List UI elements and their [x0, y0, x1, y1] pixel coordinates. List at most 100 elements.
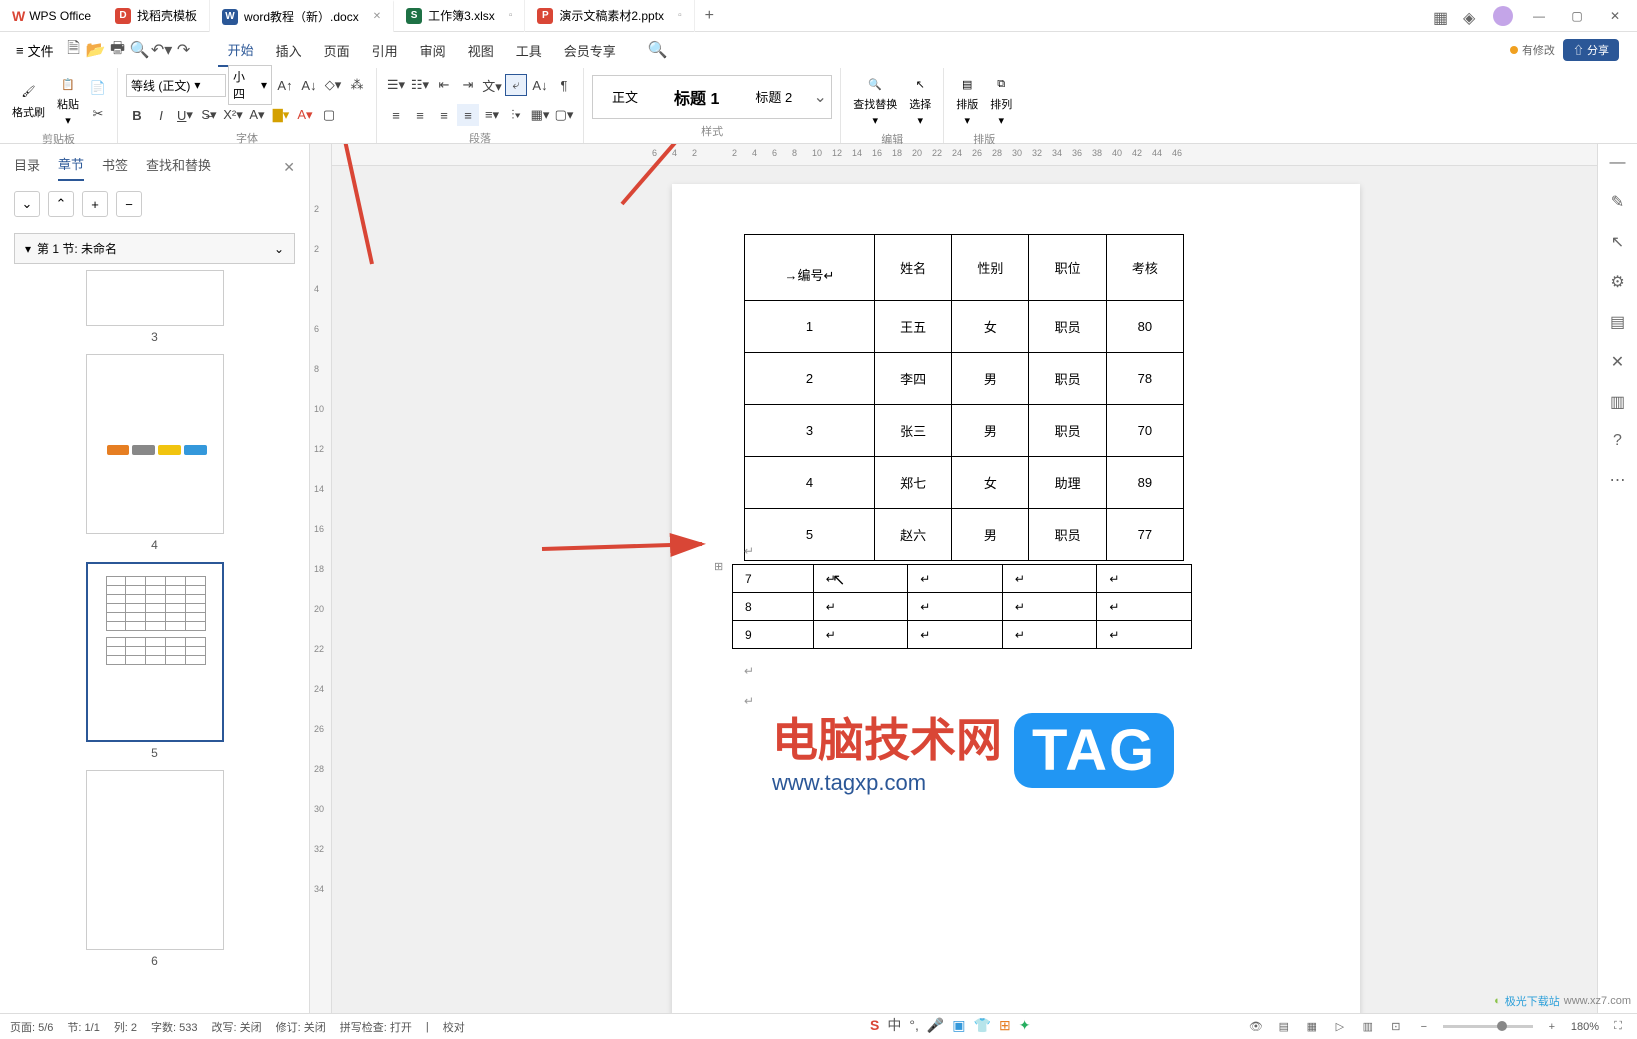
- spellcheck-status[interactable]: 拼写检查: 打开: [340, 1019, 412, 1035]
- add-section-icon[interactable]: +: [82, 191, 108, 217]
- redo-icon[interactable]: ↷: [174, 40, 194, 60]
- text-effect-button[interactable]: A▾: [246, 104, 268, 126]
- clear-format-icon[interactable]: ◇▾: [322, 74, 344, 96]
- highlight-button[interactable]: ▇▾: [270, 104, 292, 126]
- font-color-button[interactable]: A▾: [294, 104, 316, 126]
- ime-punct-icon[interactable]: °,: [909, 1017, 919, 1033]
- tab-member[interactable]: 会员专享: [554, 35, 626, 66]
- table-handle-icon[interactable]: ⊞: [714, 560, 723, 573]
- table-cell[interactable]: 考核: [1106, 235, 1183, 301]
- tools-icon[interactable]: ✕: [1611, 352, 1624, 372]
- fullscreen-icon[interactable]: ⛶: [1609, 1018, 1627, 1036]
- distribute-icon[interactable]: ≡▾: [481, 104, 503, 126]
- copy-icon[interactable]: 📄: [87, 77, 109, 99]
- puzzle-icon[interactable]: ✦: [1019, 1017, 1031, 1034]
- cube-icon[interactable]: ◈: [1463, 8, 1479, 24]
- open-icon[interactable]: 📂: [86, 40, 106, 60]
- underline-button[interactable]: U▾: [174, 104, 196, 126]
- avatar[interactable]: [1493, 6, 1513, 26]
- table-cell[interactable]: 姓名: [874, 235, 951, 301]
- new-icon[interactable]: 🗎: [64, 40, 84, 60]
- number-list-icon[interactable]: ☷▾: [409, 74, 431, 96]
- font-name-select[interactable]: 等线 (正文) ▾: [126, 74, 226, 97]
- style-heading2[interactable]: 标题 2: [738, 80, 809, 113]
- align-left-icon[interactable]: ≡: [385, 104, 407, 126]
- tab-excel[interactable]: S 工作簿3.xlsx ▫: [394, 0, 525, 32]
- show-marks-icon[interactable]: ¶: [553, 74, 575, 96]
- format-painter-button[interactable]: 🖌格式刷: [8, 80, 49, 122]
- tab-page[interactable]: 页面: [314, 35, 360, 66]
- zoom-slider[interactable]: [1443, 1025, 1533, 1028]
- section-status[interactable]: 节: 1/1: [67, 1019, 99, 1035]
- phonetic-icon[interactable]: ⁂: [346, 74, 368, 96]
- zoom-out-icon[interactable]: −: [1415, 1018, 1433, 1036]
- print-icon[interactable]: 🖶: [108, 40, 128, 60]
- page-5[interactable]: →编号↵ 姓名 性别 职位 考核 1王五女职员80 2李四男职员78 3张三男职…: [672, 184, 1360, 1013]
- style-normal[interactable]: 正文: [595, 80, 655, 113]
- close-pane-icon[interactable]: ✕: [283, 159, 295, 176]
- line-spacing-icon[interactable]: ⫶▾: [505, 104, 527, 126]
- nav-tab-find[interactable]: 查找和替换: [146, 155, 211, 180]
- text-direction-icon[interactable]: 文▾: [481, 74, 503, 96]
- camera-icon[interactable]: ▣: [952, 1017, 965, 1034]
- page-thumb-3[interactable]: [86, 270, 224, 326]
- char-border-icon[interactable]: ▢: [318, 104, 340, 126]
- fit-icon[interactable]: ⊡: [1387, 1018, 1405, 1036]
- expand-icon[interactable]: ⌃: [48, 191, 74, 217]
- bookmark-icon[interactable]: ▥: [1610, 392, 1625, 412]
- ime-logo-icon[interactable]: S: [870, 1017, 879, 1033]
- style-gallery[interactable]: 正文 标题 1 标题 2 ⌄: [592, 75, 832, 119]
- page-thumb-4[interactable]: [86, 354, 224, 534]
- style-more-icon[interactable]: ⌄: [811, 87, 829, 107]
- table-cell[interactable]: 性别: [952, 235, 1029, 301]
- close-icon[interactable]: ✕: [373, 11, 381, 22]
- preview-icon[interactable]: 🔍: [130, 40, 150, 60]
- page-thumb-6[interactable]: [86, 770, 224, 950]
- align-right-icon[interactable]: ≡: [433, 104, 455, 126]
- column-status[interactable]: 列: 2: [114, 1019, 137, 1035]
- strike-button[interactable]: S̶▾: [198, 104, 220, 126]
- minus-icon[interactable]: —: [1610, 154, 1626, 172]
- layout-button[interactable]: ▤排版▾: [952, 72, 982, 129]
- undo-icon[interactable]: ↶▾: [152, 40, 172, 60]
- overwrite-status[interactable]: 改写: 关闭: [212, 1019, 262, 1035]
- italic-button[interactable]: I: [150, 104, 172, 126]
- align-center-icon[interactable]: ≡: [409, 104, 431, 126]
- toolbox-icon[interactable]: ⊞: [999, 1017, 1011, 1034]
- web-view-icon[interactable]: ▦: [1303, 1018, 1321, 1036]
- close-button[interactable]: ✕: [1603, 9, 1627, 23]
- align-justify-icon[interactable]: ≡: [457, 104, 479, 126]
- mic-icon[interactable]: 🎤: [927, 1017, 944, 1034]
- layers-icon[interactable]: ▤: [1610, 312, 1625, 332]
- file-menu[interactable]: ≡ 文件: [8, 37, 62, 64]
- shirt-icon[interactable]: 👕: [974, 1017, 991, 1034]
- remove-section-icon[interactable]: −: [116, 191, 142, 217]
- style-heading1[interactable]: 标题 1: [657, 78, 736, 116]
- outline-icon[interactable]: ▥: [1359, 1018, 1377, 1036]
- word-count[interactable]: 字数: 533: [151, 1019, 197, 1035]
- sort-icon[interactable]: A↓: [529, 74, 551, 96]
- zoom-in-icon[interactable]: +: [1543, 1018, 1561, 1036]
- border-icon[interactable]: ▢▾: [553, 104, 575, 126]
- tab-home[interactable]: 开始: [218, 34, 264, 67]
- minimize-button[interactable]: —: [1527, 9, 1551, 23]
- table-cell[interactable]: →编号↵: [745, 235, 875, 301]
- line-break-icon[interactable]: ⤶: [505, 74, 527, 96]
- superscript-button[interactable]: X²▾: [222, 104, 244, 126]
- shrink-font-icon[interactable]: A↓: [298, 74, 320, 96]
- search-icon[interactable]: 🔍: [648, 40, 668, 60]
- data-table-2[interactable]: 7↵↵↵↵ 8↵↵↵↵ 9↵↵↵↵: [732, 564, 1192, 649]
- vertical-ruler[interactable]: 224 6810 121416 182022 242628 303234: [310, 144, 332, 1013]
- tab-tools[interactable]: 工具: [506, 35, 552, 66]
- indent-left-icon[interactable]: ⇤: [433, 74, 455, 96]
- help-icon[interactable]: ?: [1613, 432, 1622, 450]
- page-thumb-5[interactable]: [86, 562, 224, 742]
- tab-templates[interactable]: D 找稻壳模板: [103, 0, 210, 32]
- page-view-icon[interactable]: ▤: [1275, 1018, 1293, 1036]
- tab-reference[interactable]: 引用: [362, 35, 408, 66]
- more-icon[interactable]: ⋯: [1610, 470, 1626, 490]
- share-button[interactable]: ⇧ 分享: [1563, 39, 1619, 61]
- nav-tab-bookmarks[interactable]: 书签: [102, 155, 128, 180]
- shading-icon[interactable]: ▦▾: [529, 104, 551, 126]
- find-replace-button[interactable]: 🔍查找替换▾: [849, 72, 901, 129]
